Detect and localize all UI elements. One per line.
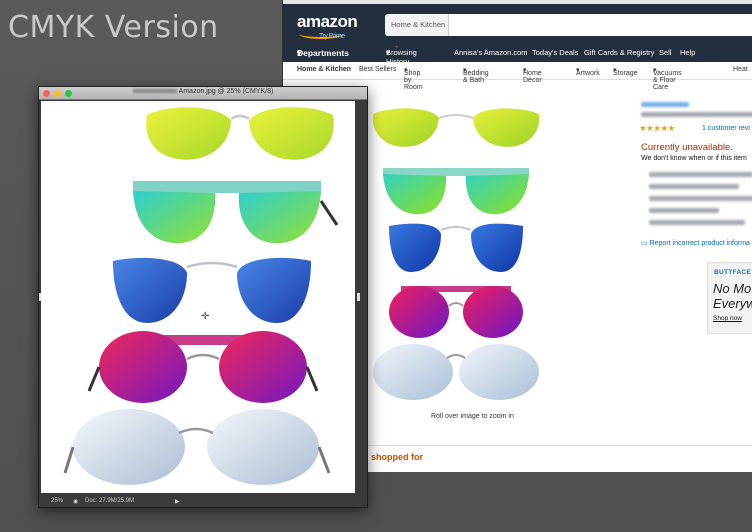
subnav-best-sellers[interactable]: Best Sellers	[359, 66, 396, 73]
amazon-header: amazon Try Prime Home & Kitchen ▾ Depart…	[283, 4, 752, 66]
availability-status: Currently unavailable.	[641, 142, 733, 153]
blurred-feature-line	[649, 184, 739, 189]
report-link[interactable]: ▭ Report incorrect product informa	[641, 239, 750, 247]
subnav-storage[interactable]: Storage ▾	[613, 66, 638, 77]
section-divider	[365, 445, 752, 446]
subnav-home-kitchen[interactable]: Home & Kitchen	[297, 66, 351, 73]
blurred-feature-line	[649, 172, 752, 177]
shopped-for-heading: shopped for	[371, 452, 423, 462]
nav-todays-deals[interactable]: Today's Deals	[532, 48, 578, 57]
document-size: Doc: 27.9M/25.9M	[85, 498, 135, 504]
canvas-sunglasses-silver	[63, 409, 331, 485]
status-info-icon[interactable]: ◉	[73, 498, 78, 505]
ps-title-bar[interactable]: Amazon.jpg @ 25% (CMYK/8)	[39, 87, 367, 100]
search-bar[interactable]: Home & Kitchen ▾	[385, 14, 752, 51]
status-menu-arrow-icon[interactable]: ▶	[175, 498, 180, 505]
subnav-label: Bedding & Bath	[463, 70, 489, 84]
nav-your-amazon[interactable]: Annisa's Amazon.com	[454, 48, 528, 57]
blurred-feature-line	[649, 220, 745, 225]
subnav-shop-by-room[interactable]: Shop by Room ▾	[404, 66, 423, 91]
zoom-hint: Roll over image to zoom in	[431, 413, 514, 420]
report-label: Report incorrect product informa	[649, 240, 750, 247]
subnav-label: Artwork	[576, 70, 600, 77]
departments-menu[interactable]: Departments ▾	[297, 48, 349, 59]
cmyk-caption: CMYK Version	[8, 10, 219, 45]
product-image-gallery[interactable]	[371, 96, 541, 421]
departments-label: Departments	[297, 48, 349, 58]
blurred-title	[641, 112, 752, 117]
blurred-brand-link[interactable]	[641, 102, 689, 107]
canvas-sunglasses-yellow	[146, 107, 334, 160]
document-title-text: Amazon.jpg @ 25% (CMYK/8)	[178, 88, 274, 95]
nav-sell[interactable]: Sell	[659, 48, 672, 57]
amazon-logo[interactable]: amazon Try Prime	[297, 12, 358, 40]
canvas-sunglasses-green	[133, 181, 339, 244]
ad-shop-now-link[interactable]: Shop now	[713, 315, 742, 322]
ps-status-bar: 25% ◉ Doc: 27.9M/25.9M ▶	[39, 495, 367, 507]
try-prime-tag[interactable]: Try Prime	[319, 33, 345, 40]
availability-note: We don't know when or if this item	[641, 155, 747, 162]
category-subnav: Home & Kitchen Best Sellers Shop by Room…	[283, 62, 752, 91]
search-category-label: Home & Kitchen	[391, 20, 446, 29]
blurred-feature-line	[649, 196, 752, 201]
photoshop-window: Amazon.jpg @ 25% (CMYK/8) ✛ 25% ◉ Doc: 2…	[38, 86, 368, 508]
document-title: Amazon.jpg @ 25% (CMYK/8)	[39, 88, 367, 95]
subnav-artwork[interactable]: Artwork ▾	[576, 66, 600, 77]
sunglasses-pink-image	[389, 286, 523, 338]
ad-headline-1: No Mo	[713, 281, 752, 296]
search-category-select[interactable]: Home & Kitchen ▾	[385, 14, 449, 51]
subnav-label: Home Décor	[523, 70, 542, 84]
canvas-sunglasses-blue: ✛	[113, 257, 311, 323]
primary-nav: Departments ▾ Browsing History ▾ Annisa'…	[283, 48, 752, 66]
document-canvas[interactable]: ✛	[41, 101, 355, 493]
sponsored-ad[interactable]: BUTTFACE No Mo Everyw Shop now	[707, 262, 752, 334]
transform-handle[interactable]	[357, 293, 360, 301]
reviews-link[interactable]: 1 customer revi	[702, 125, 750, 132]
sunglasses-silver-image	[373, 344, 539, 400]
ad-headline-2: Everyw	[713, 296, 752, 311]
blurred-feature-line	[649, 208, 719, 213]
comment-icon: ▭	[641, 240, 648, 247]
subnav-label: Storage	[613, 70, 638, 77]
subnav-label: Shop by Room	[404, 70, 423, 91]
subnav-home-decor[interactable]: Home Décor ▾	[523, 66, 542, 84]
ad-brand: BUTTFACE	[714, 269, 752, 276]
crosshair-cursor-icon: ✛	[201, 311, 209, 322]
subnav-heat[interactable]: Heat	[733, 66, 748, 73]
rating-stars[interactable]: ★★★★★	[639, 123, 675, 134]
nav-browsing-history[interactable]: Browsing History ▾	[386, 48, 417, 66]
canvas-sunglasses-pink	[87, 331, 319, 403]
sunglasses-green-image	[383, 168, 529, 215]
sunglasses-yellow-image	[372, 108, 540, 147]
nav-help[interactable]: Help	[680, 48, 695, 57]
sunglasses-blue-image	[389, 223, 523, 272]
zoom-level[interactable]: 25%	[51, 498, 63, 504]
subnav-vacuums[interactable]: Vacuums & Floor Care ▾	[653, 66, 682, 91]
subnav-bedding-bath[interactable]: Bedding & Bath ▾	[463, 66, 489, 84]
nav-gift-cards[interactable]: Gift Cards & Registry	[584, 48, 654, 57]
blurred-filename-prefix	[132, 89, 177, 94]
subnav-label: Vacuums & Floor Care	[653, 70, 682, 91]
